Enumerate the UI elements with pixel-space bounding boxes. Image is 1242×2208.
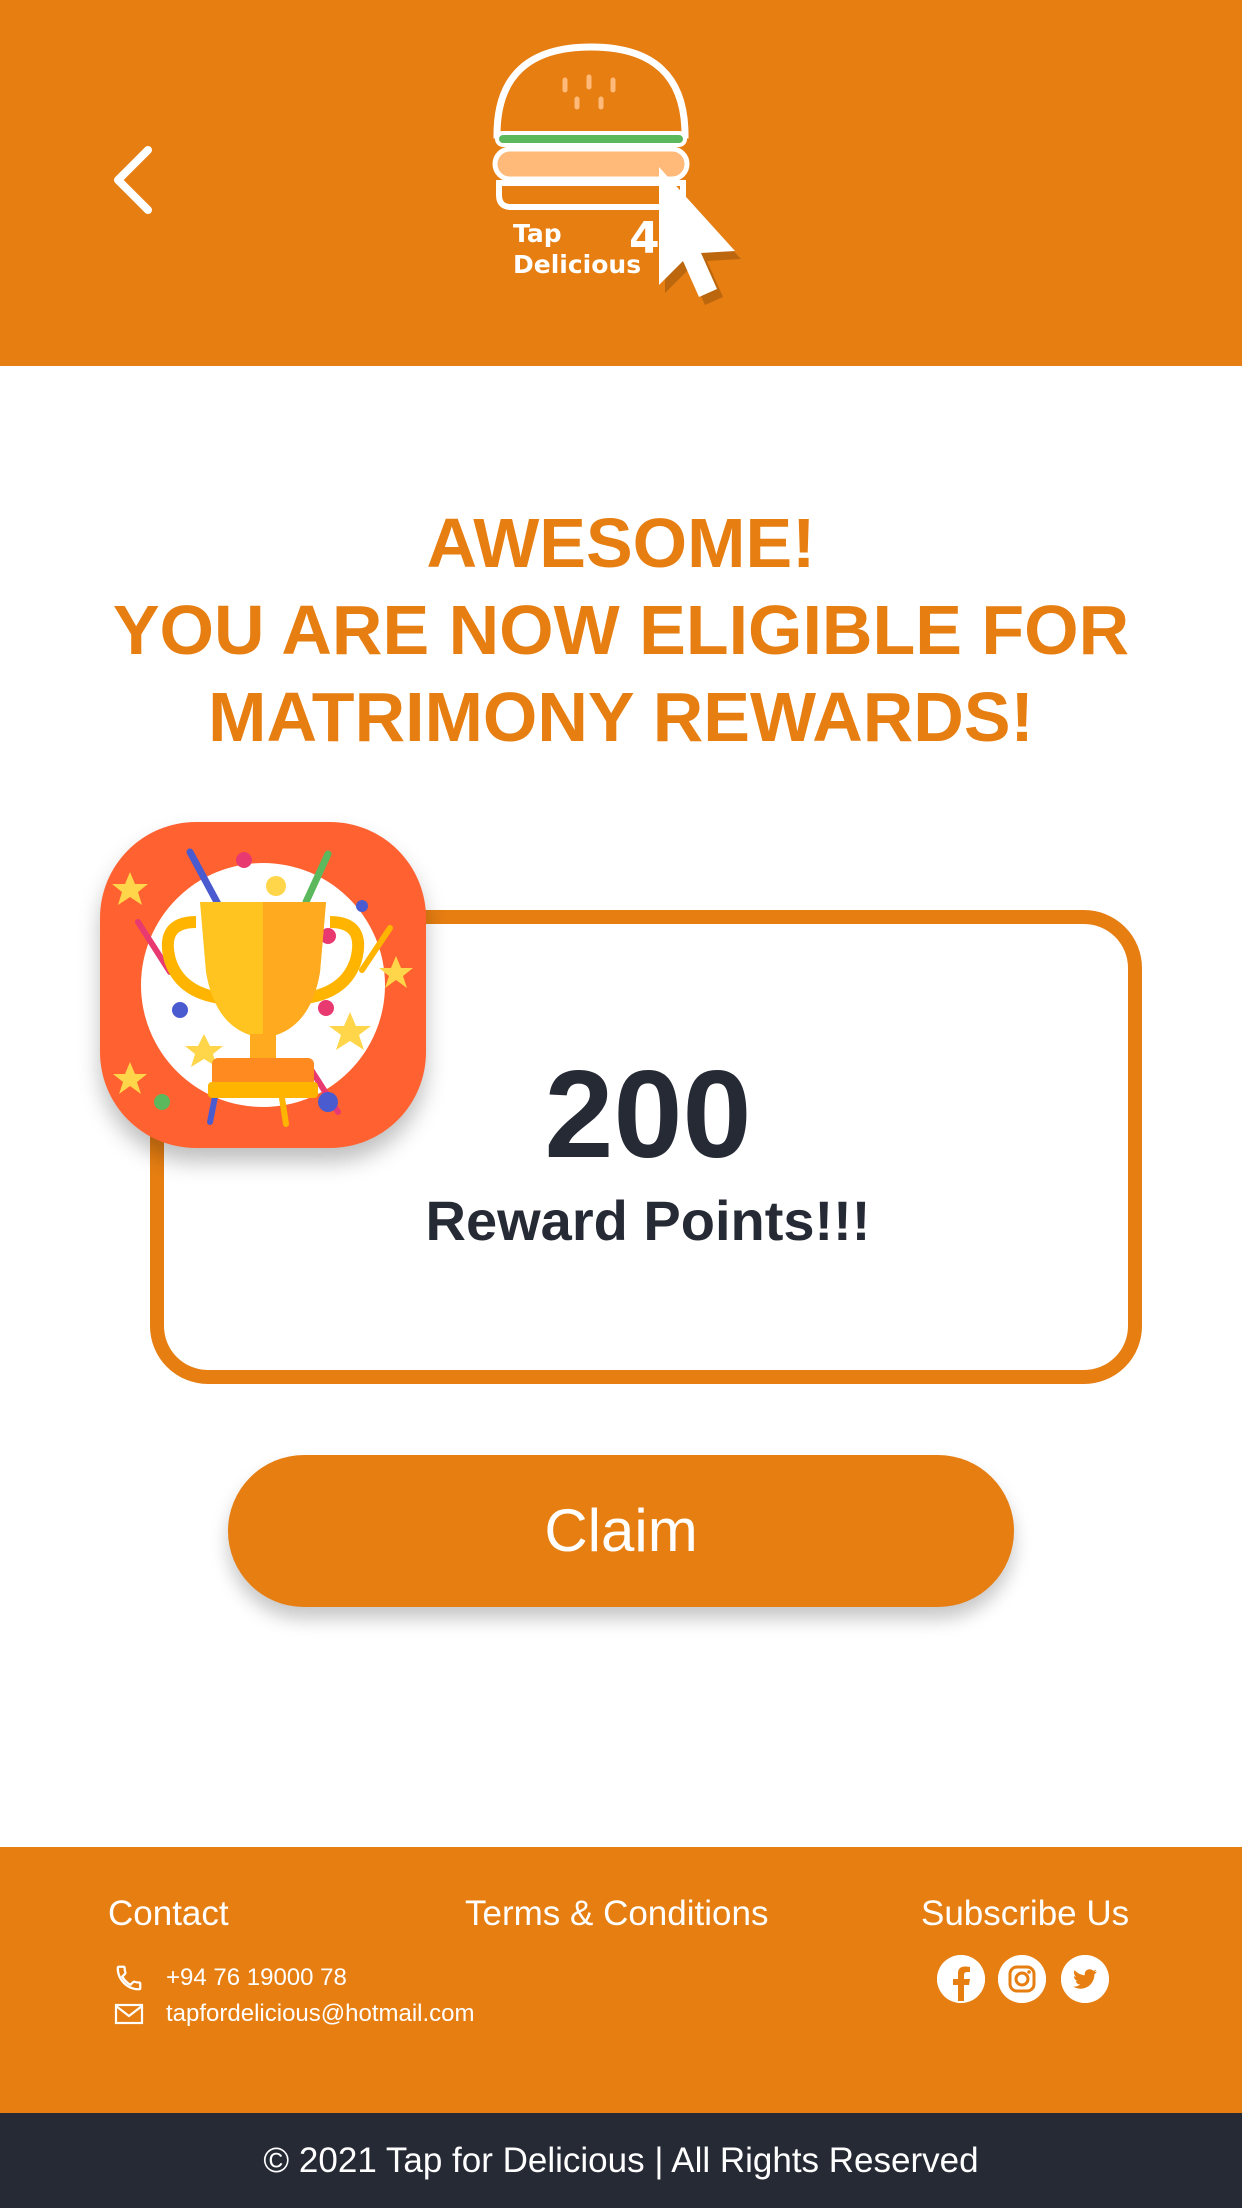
- reward-points-label: Reward Points!!!: [425, 1189, 871, 1252]
- copyright-bar: © 2021 Tap for Delicious | All Rights Re…: [0, 2113, 1242, 2208]
- logo-text-4: 4: [629, 213, 660, 264]
- phone-icon: [112, 1963, 146, 1993]
- facebook-icon[interactable]: [937, 1955, 985, 2003]
- tap-4-delicious-logo: Tap Delicious 4: [485, 35, 765, 310]
- terms-conditions-link[interactable]: Terms & Conditions: [465, 1892, 768, 1936]
- trophy-badge: [100, 822, 426, 1148]
- headline-line-2: YOU ARE NOW ELIGIBLE FOR: [112, 591, 1130, 669]
- footer-subscribe-title: Subscribe Us: [921, 1894, 1130, 1933]
- contact-email[interactable]: tapfordelicious@hotmail.com: [112, 1999, 475, 2029]
- headline-line-1: AWESOME!: [426, 504, 816, 582]
- logo-text-tap: Tap: [513, 219, 562, 248]
- contact-phone-text: +94 76 19000 78: [166, 1964, 347, 1991]
- twitter-icon[interactable]: [1061, 1955, 1109, 2003]
- trophy-icon: [112, 848, 413, 1127]
- contact-email-text: tapfordelicious@hotmail.com: [166, 2000, 475, 2027]
- back-button[interactable]: [100, 140, 170, 220]
- contact-phone[interactable]: +94 76 19000 78: [112, 1963, 347, 1993]
- footer-contact-title: Contact: [108, 1894, 229, 1933]
- chevron-left-icon: [114, 146, 152, 214]
- app-header: Tap Delicious 4: [0, 0, 1242, 366]
- instagram-icon[interactable]: [998, 1955, 1046, 2003]
- headline-line-3: MATRIMONY REWARDS!: [208, 678, 1034, 756]
- logo-text-delicious: Delicious: [513, 250, 641, 279]
- mail-icon: [112, 1999, 146, 2029]
- eligibility-headline: AWESOME! YOU ARE NOW ELIGIBLE FOR MATRIM…: [0, 500, 1242, 761]
- claim-button[interactable]: Claim: [228, 1455, 1014, 1607]
